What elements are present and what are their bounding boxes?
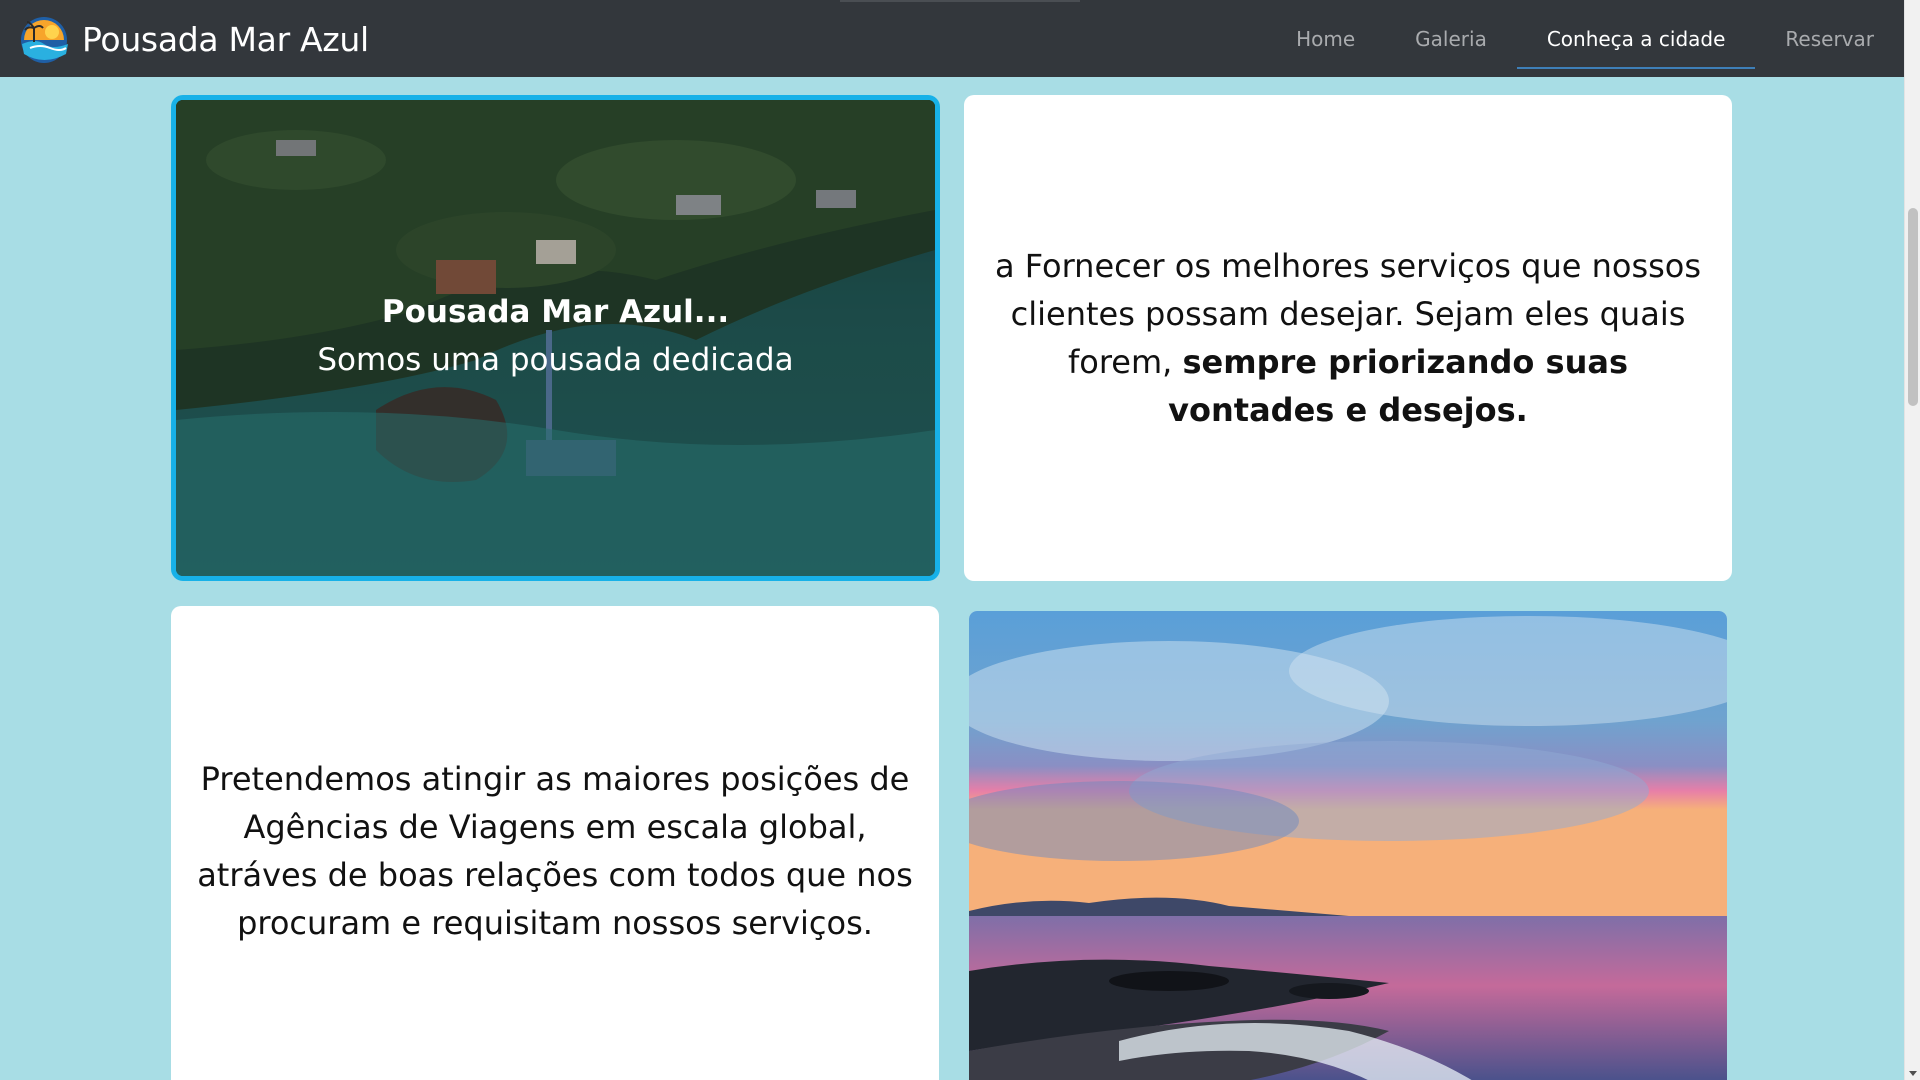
nav-link-reservar[interactable]: Reservar: [1755, 8, 1904, 69]
mission-paragraph: a Fornecer os melhores serviços que noss…: [964, 242, 1732, 434]
sunset-beach-photo: [969, 611, 1727, 1080]
chevron-down-icon[interactable]: [1909, 1071, 1917, 1076]
hero-subtitle: Somos uma pousada dedicada: [317, 342, 794, 378]
hero-text: Pousada Mar Azul... Somos uma pousada de…: [176, 288, 935, 384]
brand-name: Pousada Mar Azul: [82, 19, 369, 59]
nav-links: Home Galeria Conheça a cidade Reservar: [1266, 0, 1904, 77]
nav-link-galeria[interactable]: Galeria: [1385, 8, 1517, 69]
nav-link-conheca-a-cidade[interactable]: Conheça a cidade: [1516, 8, 1756, 69]
sunset-beach-image: [969, 611, 1727, 1080]
nav-link-home[interactable]: Home: [1266, 8, 1385, 69]
mission-emphasis: sempre priorizando suas vontades e desej…: [1168, 343, 1628, 429]
navbar-top-divider: [840, 0, 1080, 2]
mission-card: a Fornecer os melhores serviços que noss…: [964, 95, 1732, 581]
hero-title: Pousada Mar Azul...: [381, 294, 730, 330]
navbar: Pousada Mar Azul Home Galeria Conheça a …: [0, 0, 1904, 77]
hero-card[interactable]: Pousada Mar Azul... Somos uma pousada de…: [171, 95, 940, 581]
sunset-beach-logo-icon: [16, 14, 74, 64]
vision-text: Pretendemos atingir as maiores posições …: [197, 760, 913, 942]
scrollbar-thumb[interactable]: [1908, 208, 1918, 406]
vision-card: Pretendemos atingir as maiores posições …: [171, 606, 939, 1080]
page-scrollbar[interactable]: [1904, 0, 1920, 1080]
brand[interactable]: Pousada Mar Azul: [16, 14, 369, 64]
